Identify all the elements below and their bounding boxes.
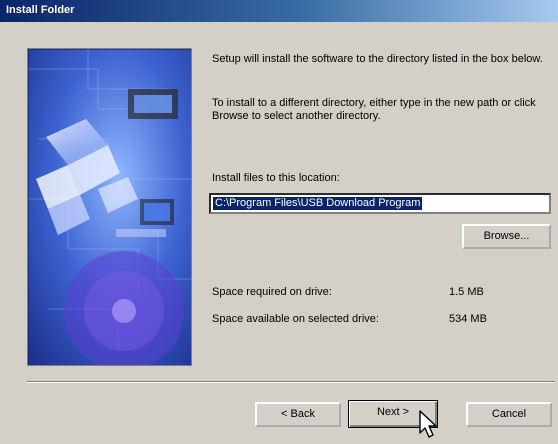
browse-button[interactable]: Browse... <box>462 224 551 249</box>
space-available-value: 534 MB <box>449 313 487 325</box>
space-available-label: Space available on selected drive: <box>212 313 379 325</box>
change-directory-hint: To install to a different directory, eit… <box>212 97 536 122</box>
window-title: Install Folder <box>6 4 75 16</box>
title-bar: Install Folder <box>0 0 558 22</box>
mouse-pointer-icon <box>419 410 437 438</box>
space-required-label: Space required on drive: <box>212 286 332 298</box>
cancel-button[interactable]: Cancel <box>466 402 552 427</box>
install-path-value: C:\Program Files\USB Download Program <box>213 197 423 210</box>
footer-separator <box>27 381 555 383</box>
install-location-label: Install files to this location: <box>212 172 340 184</box>
install-folder-dialog: Install Folder Setup will install the so… <box>0 0 558 444</box>
setup-side-illustration <box>27 48 192 366</box>
back-button[interactable]: < Back <box>255 402 341 427</box>
intro-text: Setup will install the software to the d… <box>212 53 543 65</box>
install-path-field[interactable]: C:\Program Files\USB Download Program <box>209 193 551 214</box>
space-required-value: 1.5 MB <box>449 286 484 298</box>
